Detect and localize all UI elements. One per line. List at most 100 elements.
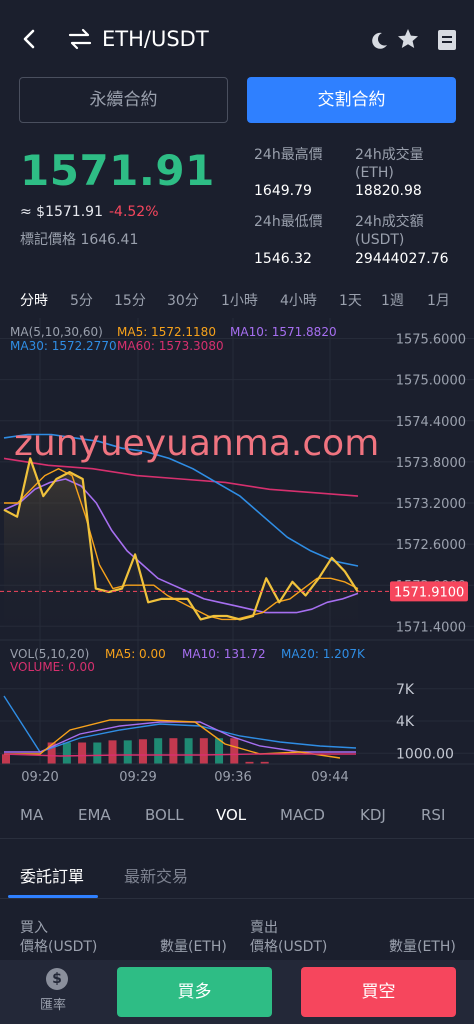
amount-value: 29444027.76: [355, 251, 449, 267]
ma30-legend: MA30: 1572.2770: [10, 339, 117, 353]
last-price: 1571.91: [20, 146, 215, 195]
y-tick-label: 1573.8000: [396, 456, 466, 471]
current-price-label: 1571.9100: [394, 585, 464, 600]
volume-label-line1: 24h成交量: [355, 147, 424, 163]
volume-label-line2: (ETH): [355, 165, 394, 181]
tab-orders[interactable]: 委託訂單: [20, 863, 84, 887]
sell-qty-header: 數量(ETH): [389, 939, 456, 955]
exchange-rate-label[interactable]: 匯率: [40, 994, 66, 1013]
vol-ma20-line: [3, 695, 357, 753]
volume-label: 24h成交量 (ETH): [355, 146, 424, 182]
ma60-legend: MA60: 1573.3080: [117, 339, 224, 353]
buy-long-button[interactable]: 買多: [117, 967, 272, 1017]
vol-ma5-legend: MA5: 0.00: [105, 647, 166, 661]
volume-bar: [199, 738, 208, 764]
sell-price-header: 價格(USDT): [250, 939, 328, 955]
timeframe-tab[interactable]: 1小時: [221, 290, 258, 310]
tab-perpetual-contract[interactable]: 永續合約: [19, 77, 228, 123]
star-icon[interactable]: [396, 27, 420, 51]
timeframe-tab[interactable]: 5分: [70, 290, 93, 310]
volume-bar: [123, 740, 132, 764]
high-value: 1649.79: [254, 183, 312, 199]
timeframe-tab[interactable]: 15分: [114, 290, 146, 310]
y-tick-label: 1573.2000: [396, 497, 466, 512]
ma5-legend: MA5: 1572.1180: [117, 325, 216, 339]
ma-title: MA(5,10,30,60): [10, 325, 103, 339]
indicator-tab[interactable]: VOL: [216, 806, 246, 824]
price-chart[interactable]: 1575.6000 1575.0000 1574.4000 1573.8000 1573…: [0, 318, 474, 798]
volume-bar: [230, 738, 239, 764]
amount-label-line2: (USDT): [355, 232, 405, 248]
vol-ma10-legend: MA10: 131.72: [182, 647, 266, 661]
buy-price-header: 價格(USDT): [20, 939, 98, 955]
volume-bar: [108, 740, 117, 764]
volume-bar: [93, 742, 102, 764]
pair-title[interactable]: ETH/USDT: [102, 24, 209, 54]
volume-bar: [78, 742, 87, 764]
volume-bar: [169, 738, 178, 764]
indicator-tab[interactable]: KDJ: [360, 806, 386, 824]
volume-tick-label: 4K: [396, 714, 415, 730]
indicator-tab[interactable]: MACD: [280, 806, 325, 824]
x-tick-label: 09:20: [21, 770, 58, 785]
usd-price-line: ≈ $1571.91 -4.52%: [20, 204, 159, 220]
volume-legend: VOLUME: 0.00: [10, 660, 95, 674]
ma10-legend: MA10: 1571.8820: [230, 325, 337, 339]
tab-delivery-contract[interactable]: 交割合約: [247, 77, 456, 123]
mark-price-value: 1646.41: [80, 232, 139, 248]
y-tick-label: 1572.6000: [396, 538, 466, 553]
vol-title: VOL(5,10,20): [10, 647, 89, 661]
buy-short-button[interactable]: 買空: [301, 967, 456, 1017]
volume-line: [3, 753, 356, 757]
indicator-tab[interactable]: EMA: [78, 806, 111, 824]
indicator-tab[interactable]: BOLL: [145, 806, 184, 824]
timeframe-tab[interactable]: 1週: [381, 290, 404, 310]
timeframe-tab[interactable]: 4小時: [280, 290, 317, 310]
low-label: 24h最低價: [254, 214, 323, 230]
x-tick-label: 09:44: [311, 770, 348, 785]
timeframe-tab[interactable]: 1月: [427, 290, 450, 310]
indicator-tab[interactable]: RSI: [421, 806, 445, 824]
timeframe-tab[interactable]: 30分: [167, 290, 199, 310]
high-label: 24h最高價: [254, 147, 323, 163]
usd-price: ≈ $1571.91: [20, 204, 103, 220]
sell-label: 賣出: [250, 920, 278, 936]
moon-icon[interactable]: [368, 30, 390, 52]
vol-ma10-line: [4, 721, 356, 753]
y-tick-label: 1571.4000: [396, 620, 466, 635]
volume-tick-label: 1000.00: [396, 746, 454, 762]
mark-price: 標記價格 1646.41: [20, 229, 138, 249]
volume-bar: [184, 738, 193, 764]
swap-icon[interactable]: [66, 26, 94, 52]
timeframe-tab[interactable]: 分時: [20, 290, 48, 310]
y-tick-label: 1575.0000: [396, 374, 466, 389]
amount-label: 24h成交額 (USDT): [355, 213, 424, 249]
mark-price-label: 標記價格: [20, 232, 76, 248]
volume-bar: [2, 754, 10, 764]
document-icon[interactable]: [436, 29, 458, 51]
dollar-coin-icon[interactable]: $: [46, 968, 68, 990]
volume-tick-label: 7K: [396, 682, 415, 698]
divider: [0, 838, 474, 839]
x-tick-label: 09:36: [214, 770, 251, 785]
price-change: -4.52%: [108, 204, 159, 220]
watermark-text: zunyueyuanma.com: [14, 423, 379, 464]
buy-header: 買入 價格(USDT): [20, 919, 97, 957]
tab-latest-trades[interactable]: 最新交易: [124, 863, 188, 887]
timeframe-tab[interactable]: 1天: [339, 290, 362, 310]
vol-ma20-legend: MA20: 1.207K: [281, 647, 366, 661]
volume-value: 18820.98: [355, 183, 422, 199]
x-tick-label: 09:29: [119, 770, 156, 785]
buy-label: 買入: [20, 920, 48, 936]
low-value: 1546.32: [254, 251, 312, 267]
y-tick-label: 1575.6000: [396, 333, 466, 348]
amount-label-line1: 24h成交額: [355, 214, 424, 230]
sell-header: 賣出 價格(USDT): [250, 919, 327, 957]
price-area: [4, 458, 358, 640]
y-tick-label: 1574.4000: [396, 415, 466, 430]
divider: [0, 898, 474, 899]
back-icon[interactable]: [18, 24, 42, 54]
volume-bar: [154, 738, 163, 764]
indicator-tab[interactable]: MA: [20, 806, 43, 824]
buy-qty-header: 數量(ETH): [160, 939, 227, 955]
